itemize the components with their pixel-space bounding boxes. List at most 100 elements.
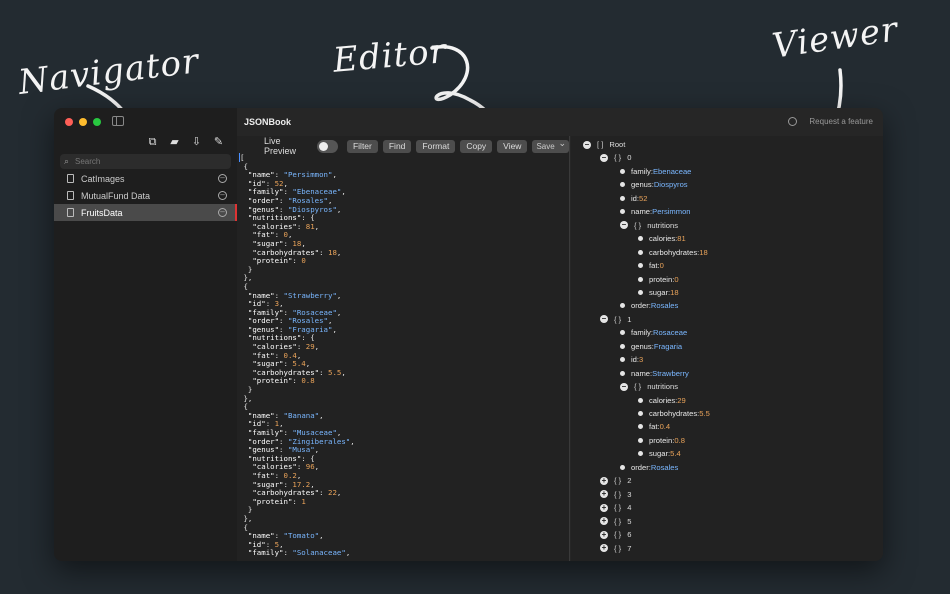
code-token: , — [341, 367, 346, 377]
live-preview-toggle[interactable] — [316, 139, 338, 153]
expand-icon[interactable]: + — [600, 503, 608, 512]
tree-key: carbohydrates — [649, 247, 698, 257]
request-feature-label: Request a feature — [809, 117, 873, 126]
compose-icon[interactable]: ✎ — [212, 137, 225, 148]
search-placeholder: Search — [75, 157, 101, 166]
bullet-icon — [620, 209, 625, 215]
json-code[interactable]: [ { "name": "Persimmon", "id": 52, "fami… — [239, 153, 355, 558]
tree-node[interactable]: –{ } nutritions — [620, 221, 678, 230]
remove-file-icon[interactable]: – — [218, 191, 227, 200]
tree-leaf: fat:0 — [638, 261, 664, 270]
code-token: , — [314, 462, 320, 472]
code-line: }, — [239, 514, 355, 524]
tree-node[interactable]: –{ } 0 — [600, 153, 631, 162]
filter-button[interactable]: Filter — [346, 139, 378, 153]
tree-node[interactable]: + { } 2 — [600, 476, 631, 485]
search-field[interactable]: ⌕ Search — [60, 154, 231, 169]
remove-file-icon[interactable]: – — [218, 174, 227, 183]
code-token: , — [345, 548, 351, 558]
collapse-icon[interactable]: – — [583, 140, 591, 149]
collapse-icon[interactable]: – — [600, 153, 608, 162]
tree-node[interactable]: + { } 5 — [600, 517, 631, 526]
tree-leaf: carbohydrates:18 — [638, 248, 708, 257]
tree-key: fat — [649, 261, 658, 271]
collapse-icon[interactable]: – — [600, 315, 608, 324]
expand-icon[interactable]: + — [600, 517, 608, 526]
format-button[interactable]: Format — [416, 139, 456, 153]
tree-key: order — [631, 462, 649, 472]
tree-node[interactable]: –[ ] Root — [583, 140, 625, 149]
tree-leaf: sugar:18 — [638, 288, 679, 297]
tree-value: Rosales — [650, 462, 679, 472]
tree-node-label: 6 — [627, 530, 632, 540]
collapse-icon[interactable]: – — [620, 382, 628, 391]
bullet-icon — [638, 411, 643, 416]
code-token: 18 — [328, 247, 337, 257]
close-window-button[interactable] — [65, 118, 73, 126]
code-token: : — [292, 376, 302, 386]
tree-value: Ebenaceae — [652, 166, 692, 176]
code-token: , — [332, 324, 337, 334]
tree-node[interactable]: –{ } nutritions — [620, 382, 678, 391]
tree-value: 0 — [674, 274, 679, 284]
zoom-window-button[interactable] — [93, 118, 101, 126]
add-link-icon[interactable]: ⧉ — [146, 137, 159, 148]
tree-node-label: 1 — [627, 314, 632, 324]
tree-value: 81 — [677, 234, 686, 244]
new-folder-icon[interactable]: ▰ — [168, 137, 181, 148]
expand-icon[interactable]: + — [600, 476, 608, 485]
tree-key: genus — [631, 341, 652, 351]
tree-value: 18 — [699, 247, 708, 257]
tree-key: family — [631, 166, 651, 176]
tree-node[interactable]: –{ } 1 — [600, 315, 631, 324]
expand-icon[interactable]: + — [600, 490, 608, 499]
import-icon[interactable]: ⇩ — [190, 137, 203, 148]
bullet-icon — [638, 451, 643, 457]
remove-file-icon[interactable]: – — [218, 208, 227, 217]
tree-key: calories — [649, 395, 676, 405]
bracket-icon: { } — [614, 543, 622, 553]
code-token: , — [336, 290, 342, 300]
bracket-icon: { } — [614, 503, 622, 513]
find-button[interactable]: Find — [382, 139, 412, 153]
tree-node[interactable]: + { } 7 — [600, 544, 631, 553]
bracket-icon: { } — [634, 220, 642, 230]
minimize-window-button[interactable] — [79, 118, 87, 126]
view-button[interactable]: View — [497, 139, 528, 153]
sidebar-toggle-icon[interactable] — [112, 116, 124, 126]
live-preview-label: Live Preview — [264, 136, 297, 156]
tree-key: sugar — [649, 287, 668, 297]
code-token: : — [319, 488, 328, 498]
file-item[interactable]: FruitsData – — [54, 204, 237, 221]
tree-leaf: name: Strawberry — [620, 369, 689, 378]
copy-button[interactable]: Copy — [460, 139, 493, 153]
expand-icon[interactable]: + — [600, 530, 608, 539]
expand-icon[interactable]: + — [600, 544, 608, 552]
tree-node[interactable]: + { } 6 — [600, 530, 631, 539]
code-token: , — [336, 204, 342, 214]
editor-pane[interactable]: Live Preview Filter Find Format Copy Vie… — [237, 136, 570, 561]
request-feature-button[interactable]: Request a feature — [788, 117, 873, 126]
tree-node[interactable]: + { } 4 — [600, 503, 631, 512]
tree-key: protein — [649, 435, 673, 445]
tree-leaf: genus: Fragaria — [620, 342, 682, 351]
tree-value: 0.8 — [674, 435, 685, 445]
app-window: ⧉ ▰ ⇩ ✎ ⌕ Search CatImages – MutualFund Da… — [54, 108, 883, 561]
tree-node-label: 4 — [627, 503, 632, 513]
code-token: , — [332, 170, 337, 180]
tree-node-label: 5 — [627, 516, 632, 526]
tree-value: Rosaceae — [652, 328, 688, 338]
bullet-icon — [638, 424, 643, 430]
file-item[interactable]: CatImages – — [54, 170, 237, 187]
tree-leaf: family: Rosaceae — [620, 328, 687, 337]
tree-node[interactable]: + { } 3 — [600, 490, 631, 499]
code-line: "family": "Solanaceae", — [239, 549, 355, 558]
bracket-icon: [ ] — [597, 140, 604, 149]
file-item[interactable]: MutualFund Data – — [54, 187, 237, 204]
collapse-icon[interactable]: – — [620, 221, 628, 230]
code-token: 81 — [305, 221, 315, 231]
document-icon — [67, 208, 74, 217]
bracket-icon: { } — [614, 516, 622, 526]
save-dropdown[interactable]: Save — [532, 138, 570, 153]
tree-key: protein — [649, 274, 673, 284]
